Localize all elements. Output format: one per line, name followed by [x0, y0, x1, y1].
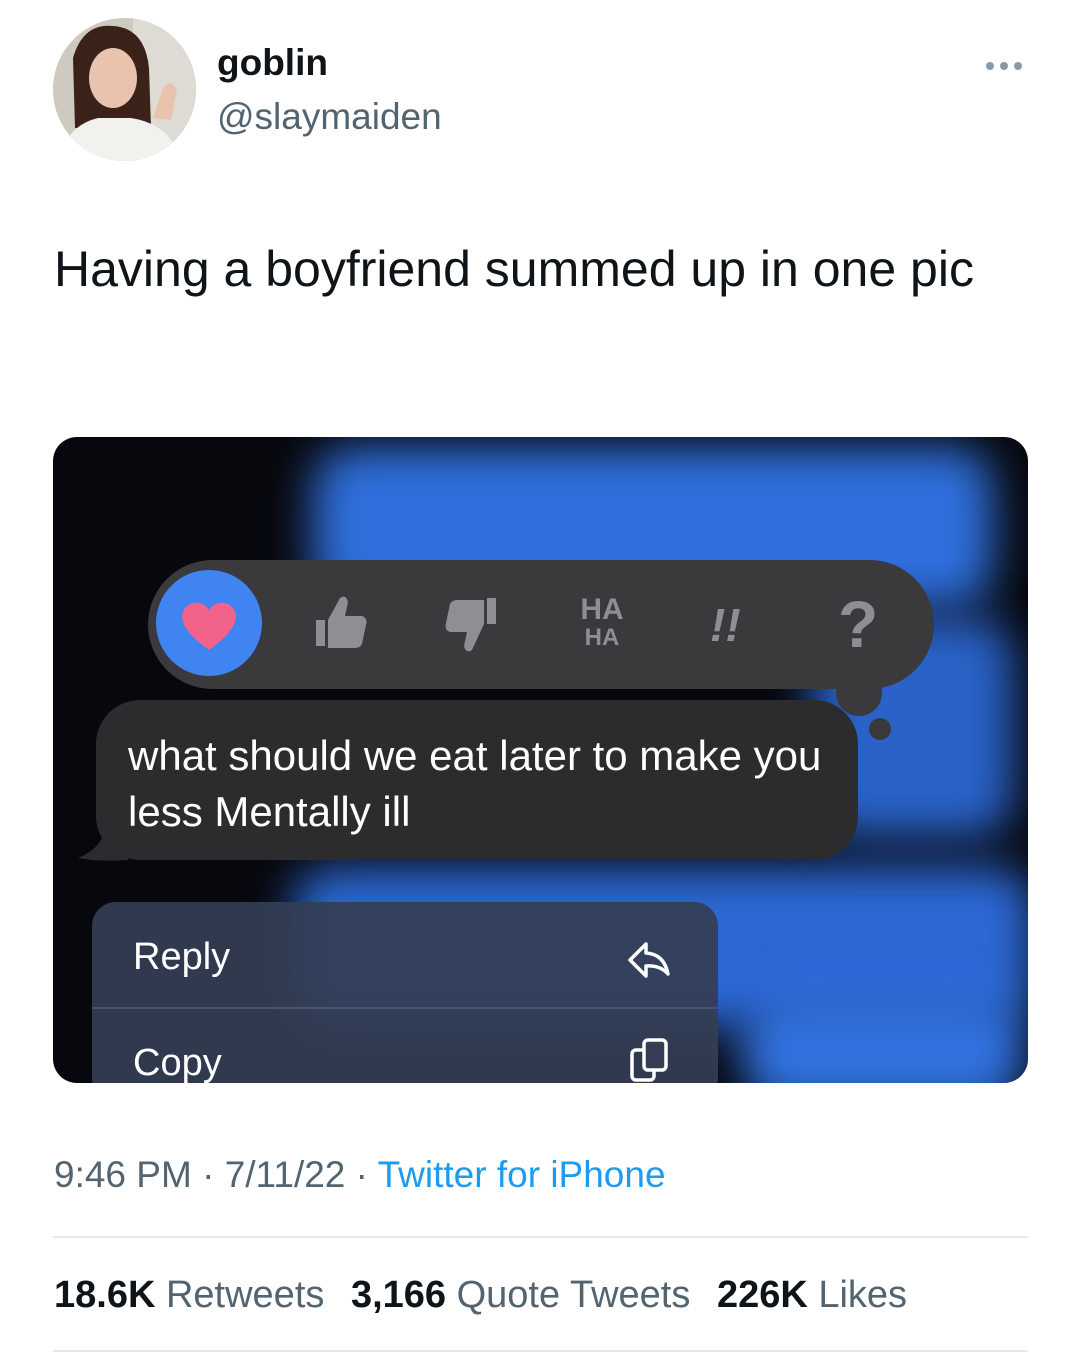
likes-label: Likes [818, 1274, 908, 1316]
tweet-time[interactable]: 9:46 PM [54, 1154, 192, 1195]
tweet-meta: 9:46 PM · 7/11/22 · Twitter for iPhone [54, 1154, 666, 1196]
tweet-date[interactable]: 7/11/22 [225, 1154, 346, 1195]
menu-item-copy[interactable]: Copy [133, 1042, 222, 1083]
meta-separator: · [202, 1154, 215, 1195]
quote-tweets-count: 3,166 [350, 1274, 447, 1316]
menu-divider [92, 1007, 718, 1009]
meta-separator: · [355, 1154, 368, 1195]
quote-tweets-stat[interactable]: 3,166 Quote Tweets [351, 1274, 690, 1316]
likes-count: 226K [716, 1274, 808, 1316]
retweets-stat[interactable]: 18.6K Retweets [54, 1274, 324, 1316]
likes-stat[interactable]: 226K Likes [717, 1274, 907, 1316]
retweets-label: Retweets [165, 1274, 325, 1316]
retweets-count: 18.6K [54, 1274, 156, 1316]
menu-item-reply[interactable]: Reply [133, 936, 230, 979]
tweet-stats: 18.6K Retweets 3,166 Quote Tweets 226K L… [54, 1274, 907, 1317]
copy-icon[interactable] [628, 1036, 672, 1083]
tweet-source-link[interactable]: Twitter for iPhone [378, 1154, 666, 1195]
divider [53, 1350, 1028, 1352]
reply-icon[interactable] [626, 940, 672, 980]
quote-tweets-label: Quote Tweets [456, 1274, 691, 1316]
divider [53, 1236, 1028, 1238]
